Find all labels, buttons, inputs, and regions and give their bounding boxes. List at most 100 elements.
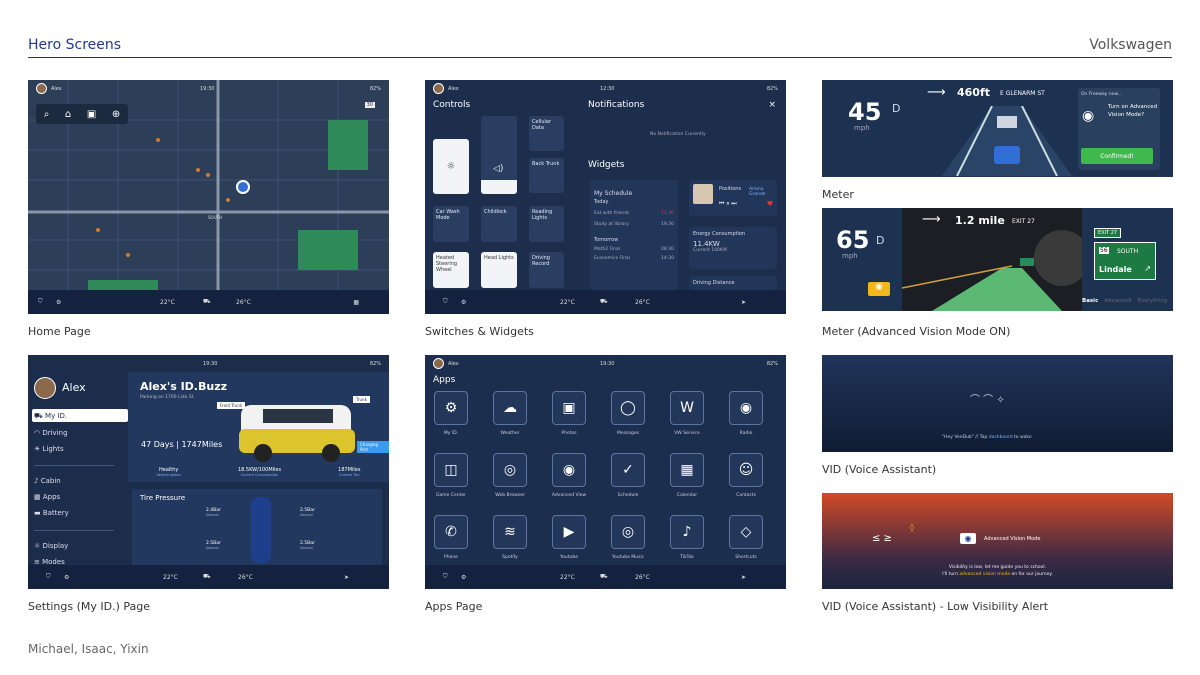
- nav-display[interactable]: ☼ Display: [34, 542, 68, 550]
- shield-icon[interactable]: ⛉: [46, 573, 51, 581]
- temp-left[interactable]: 22°C: [560, 299, 575, 306]
- temp-left[interactable]: 22°C: [160, 299, 175, 306]
- settings-icon[interactable]: ⚙: [461, 574, 466, 581]
- app-advanced-view[interactable]: ◉: [552, 453, 586, 487]
- brand-label: Volkswagen: [1089, 37, 1172, 53]
- app-messages[interactable]: ◯: [611, 391, 645, 425]
- shield-icon[interactable]: ⛉: [443, 573, 448, 581]
- app-calendar[interactable]: ▦: [670, 453, 704, 487]
- car-icon[interactable]: ⛟: [203, 298, 211, 306]
- widgets-title: Widgets: [588, 160, 625, 170]
- car-icon[interactable]: ⛟: [203, 573, 211, 581]
- vid-screen[interactable]: ⌒ ⌒ ✧ "Hey VeeDub" // Tap dashboard to w…: [822, 355, 1173, 452]
- tag-trunk[interactable]: Trunk: [353, 396, 370, 403]
- close-icon[interactable]: ×: [768, 100, 776, 110]
- status-bar: 19:30 82%: [28, 355, 389, 372]
- sun-icon: ☼: [446, 161, 456, 172]
- avatar[interactable]: [433, 358, 444, 369]
- app-youtube-music[interactable]: ◎: [611, 515, 645, 549]
- temp-right[interactable]: 26°C: [635, 299, 650, 306]
- app-schedule[interactable]: ✓: [611, 453, 645, 487]
- gear-indicator: D: [876, 234, 885, 247]
- avatar[interactable]: [433, 83, 444, 94]
- tag-charging-port[interactable]: Charging Port: [357, 441, 389, 453]
- tile-car-wash[interactable]: Car Wash Mode: [433, 206, 469, 242]
- app-label: Web Browser: [495, 493, 525, 498]
- my-id-icon: ⚙: [444, 400, 458, 416]
- speed-unit: mph: [854, 124, 870, 132]
- driving-distance-widget[interactable]: Driving Distance: [689, 276, 777, 290]
- schedule-widget[interactable]: My Schedule Today Eat with friends 11:30 …: [590, 180, 678, 290]
- app-contacts[interactable]: ☺: [729, 453, 763, 487]
- app-spotify[interactable]: ≋: [493, 515, 527, 549]
- mode-basic[interactable]: Basic: [1082, 298, 1098, 304]
- nav-driving[interactable]: ◠ Driving: [34, 429, 68, 437]
- app-vw-service[interactable]: W: [670, 391, 704, 425]
- nav-my-id[interactable]: ⛟ My ID.: [34, 412, 67, 421]
- temp-left[interactable]: 22°C: [163, 574, 178, 581]
- mode-everything[interactable]: Everything: [1138, 298, 1168, 304]
- alert-line-1: Visibility is low, let me guide you to s…: [948, 565, 1047, 570]
- nav-apps[interactable]: ▦ Apps: [34, 493, 60, 501]
- nav-lights[interactable]: ☀ Lights: [34, 445, 64, 453]
- avatar[interactable]: [34, 377, 56, 399]
- status-bar: Alex 19:30 82%: [28, 80, 389, 97]
- tile-reading-lights[interactable]: Reading Lights: [529, 206, 564, 242]
- app-game-center[interactable]: ◫: [434, 453, 468, 487]
- app-web-browser[interactable]: ◎: [493, 453, 527, 487]
- avatar[interactable]: [36, 83, 47, 94]
- tile-back-trunk[interactable]: Back Trunk: [529, 158, 564, 193]
- app-my-id[interactable]: ⚙: [434, 391, 468, 425]
- tag-front-trunk[interactable]: Front Trunk: [217, 402, 246, 409]
- app-phone[interactable]: ✆: [434, 515, 468, 549]
- car-icon[interactable]: ⛟: [600, 573, 608, 581]
- work-icon[interactable]: ▣: [87, 109, 96, 120]
- lane-view: [942, 106, 1072, 176]
- grid-icon[interactable]: ▦: [353, 299, 359, 306]
- confirm-button[interactable]: Confirmed!: [1081, 148, 1153, 164]
- tile-childlock[interactable]: Childlock: [481, 206, 517, 242]
- navigate-icon[interactable]: ➤: [344, 574, 349, 581]
- music-widget[interactable]: Positions Ariana Grande ⏮ ⏸ ⏭ ♥: [689, 180, 777, 216]
- app-tiktok[interactable]: ♪: [670, 515, 704, 549]
- tile-driving-record[interactable]: Driving Record: [529, 252, 564, 288]
- nav-cabin[interactable]: ♪ Cabin: [34, 477, 61, 485]
- temp-right[interactable]: 26°C: [635, 574, 650, 581]
- navigate-icon[interactable]: ➤: [741, 574, 746, 581]
- app-radio[interactable]: ◉: [729, 391, 763, 425]
- shield-icon[interactable]: ⛉: [38, 298, 43, 306]
- brightness-slider[interactable]: ☼: [433, 139, 469, 194]
- shield-icon[interactable]: ⛉: [443, 298, 448, 306]
- app-weather[interactable]: ☁: [493, 391, 527, 425]
- tile-cellular[interactable]: Cellular Data: [529, 116, 564, 151]
- app-shortcuts[interactable]: ◇: [729, 515, 763, 549]
- dashboard-link[interactable]: dashboard: [989, 435, 1013, 440]
- caption-switches: Switches & Widgets: [425, 325, 534, 338]
- mode-advanced[interactable]: Advanced: [1104, 298, 1131, 304]
- temp-right[interactable]: 26°C: [238, 574, 253, 581]
- meter-screen: 45 mph D ⟶ 460ft E GLENARM ST On Freeway…: [822, 80, 1173, 177]
- app-photos[interactable]: ▣: [552, 391, 586, 425]
- add-icon[interactable]: ⊕: [112, 109, 120, 120]
- settings-icon[interactable]: ⚙: [56, 299, 61, 306]
- mode-selector[interactable]: Basic Advanced Everything: [1082, 298, 1167, 304]
- nav-battery[interactable]: ▬ Battery: [34, 509, 69, 517]
- car-icon[interactable]: ⛟: [600, 298, 608, 306]
- tile-heated-wheel[interactable]: Heated Steering Wheel: [433, 252, 469, 288]
- tile-head-lights[interactable]: Head Lights: [481, 252, 517, 288]
- settings-icon[interactable]: ⚙: [64, 574, 69, 581]
- temp-left[interactable]: 22°C: [560, 574, 575, 581]
- settings-icon[interactable]: ⚙: [461, 299, 466, 306]
- vid-alert-screen[interactable]: ≤ ≥ ◊ ◉ Advanced Vision Mode Visibility …: [822, 493, 1173, 589]
- navigate-icon[interactable]: ➤: [741, 299, 746, 306]
- app-youtube[interactable]: ▶: [552, 515, 586, 549]
- heart-icon[interactable]: ♥: [767, 200, 773, 208]
- playback-controls[interactable]: ⏮ ⏸ ⏭: [719, 200, 737, 208]
- temp-right[interactable]: 26°C: [236, 299, 251, 306]
- search-icon[interactable]: ⌕: [44, 109, 50, 120]
- car-title: Alex's ID.Buzz: [140, 380, 228, 393]
- home-icon[interactable]: ⌂: [65, 109, 71, 120]
- volume-slider[interactable]: ◁): [481, 116, 517, 194]
- eye-icon: ◉: [1082, 108, 1095, 124]
- energy-widget[interactable]: Energy Consumption 11.4KW Current 100KM: [689, 227, 777, 269]
